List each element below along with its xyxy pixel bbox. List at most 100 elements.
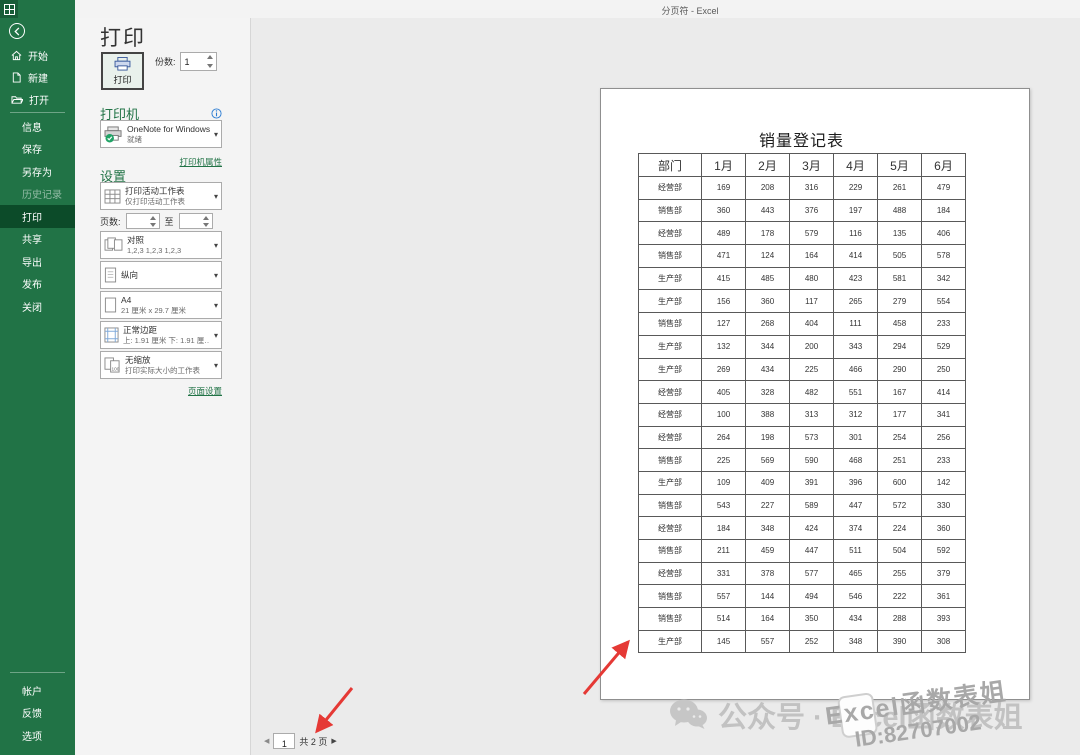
table-header-row: 部门1月2月3月4月5月6月	[639, 154, 966, 177]
table-cell: 404	[790, 313, 834, 336]
table-cell: 465	[834, 562, 878, 585]
table-cell: 578	[922, 245, 966, 268]
sidebar-item-save-as[interactable]: 另存为	[0, 160, 75, 183]
copies-input[interactable]	[181, 57, 205, 67]
table-cell: 264	[702, 426, 746, 449]
table-cell: 销售部	[639, 494, 702, 517]
page-setup-link[interactable]: 页面设置	[188, 386, 222, 396]
table-cell: 销售部	[639, 585, 702, 608]
table-cell: 390	[878, 630, 922, 653]
next-page-button[interactable]: ▶	[331, 737, 336, 745]
sidebar-item-new[interactable]: 新建	[0, 66, 75, 88]
sidebar-item-share[interactable]: 共享	[0, 228, 75, 251]
table-header-cell: 5月	[878, 154, 922, 177]
sidebar-item-open[interactable]: 打开	[0, 88, 75, 110]
spinner-up-icon[interactable]	[203, 216, 209, 220]
page-number-box[interactable]	[273, 733, 295, 749]
table-row: 生产部145557252348390308	[639, 630, 966, 653]
printer-select-dropdown[interactable]: OneNote for Windows... 就绪 ▾	[100, 120, 222, 148]
table-cell: 458	[878, 313, 922, 336]
printer-status-icon	[104, 126, 123, 143]
table-row: 生产部156360117265279554	[639, 290, 966, 313]
table-cell: 328	[746, 381, 790, 404]
table-cell: 301	[834, 426, 878, 449]
table-cell: 销售部	[639, 449, 702, 472]
table-cell: 447	[834, 494, 878, 517]
table-cell: 557	[746, 630, 790, 653]
sidebar-item-info[interactable]: 信息	[0, 115, 75, 138]
table-cell: 208	[746, 177, 790, 200]
spinner-down-icon[interactable]	[203, 223, 209, 227]
sidebar-item-home[interactable]: 开始	[0, 44, 75, 66]
copies-stepper[interactable]	[180, 52, 217, 71]
setting-dropdown-scaling[interactable]: 100 无缩放 打印实际大小的工作表 ▾	[100, 351, 222, 379]
sidebar-item-print[interactable]: 打印	[0, 205, 75, 228]
table-cell: 生产部	[639, 335, 702, 358]
table-row: 生产部415485480423581342	[639, 267, 966, 290]
table-cell: 414	[834, 245, 878, 268]
setting-dropdown-orientation[interactable]: 纵向 ▾	[100, 261, 222, 289]
info-icon[interactable]	[211, 108, 222, 119]
setting-line1: 纵向	[121, 270, 210, 281]
spinner-up-icon[interactable]	[207, 55, 213, 59]
table-row: 经营部405328482551167414	[639, 381, 966, 404]
table-cell: 109	[702, 471, 746, 494]
sidebar-item-save[interactable]: 保存	[0, 138, 75, 161]
table-cell: 124	[746, 245, 790, 268]
sheet-title: 销量登记表	[638, 127, 965, 151]
table-cell: 343	[834, 335, 878, 358]
spinner-up-icon[interactable]	[150, 216, 156, 220]
table-cell: 592	[922, 540, 966, 563]
setting-dropdown-margins[interactable]: 正常边距 上: 1.91 厘米 下: 1.91 厘… ▾	[100, 321, 222, 349]
table-cell: 254	[878, 426, 922, 449]
table-cell: 111	[834, 313, 878, 336]
sidebar-divider	[10, 112, 65, 113]
open-folder-icon	[11, 94, 23, 105]
table-row: 生产部269434225466290250	[639, 358, 966, 381]
table-cell: 316	[790, 177, 834, 200]
previous-page-button[interactable]: ◀	[264, 737, 269, 745]
table-cell: 313	[790, 403, 834, 426]
setting-dropdown-what-to-print[interactable]: 打印活动工作表 仅打印活动工作表 ▾	[100, 182, 222, 210]
table-cell: 经营部	[639, 381, 702, 404]
table-row: 生产部109409391396600142	[639, 471, 966, 494]
table-header-cell: 3月	[790, 154, 834, 177]
copies-label: 份数:	[155, 55, 176, 68]
chevron-down-icon: ▾	[214, 241, 218, 250]
svg-text:100: 100	[112, 367, 120, 372]
chevron-down-icon: ▾	[214, 301, 218, 310]
table-cell: 117	[790, 290, 834, 313]
printer-properties-link[interactable]: 打印机属性	[179, 157, 222, 167]
table-row: 销售部127268404111458233	[639, 313, 966, 336]
pages-from-stepper[interactable]	[126, 213, 160, 229]
sidebar-item-account[interactable]: 帐户	[0, 679, 75, 702]
table-cell: 434	[834, 608, 878, 631]
table-cell: 393	[922, 608, 966, 631]
table-cell: 222	[878, 585, 922, 608]
sidebar-item-publish[interactable]: 发布	[0, 273, 75, 296]
table-cell: 生产部	[639, 630, 702, 653]
back-button[interactable]	[9, 23, 25, 39]
sidebar-item-options[interactable]: 选项	[0, 724, 75, 747]
table-cell: 261	[878, 177, 922, 200]
pages-to-stepper[interactable]	[179, 213, 213, 229]
table-cell: 132	[702, 335, 746, 358]
table-cell: 145	[702, 630, 746, 653]
spinner-down-icon[interactable]	[207, 64, 213, 68]
setting-dropdown-collation[interactable]: 对照 1,2,3 1,2,3 1,2,3 ▾	[100, 231, 222, 259]
page-number-input[interactable]	[274, 737, 294, 751]
spinner-down-icon[interactable]	[150, 223, 156, 227]
chevron-down-icon: ▾	[214, 331, 218, 340]
setting-dropdown-paper-size[interactable]: A4 21 厘米 x 29.7 厘米 ▾	[100, 291, 222, 319]
table-cell: 406	[922, 222, 966, 245]
table-row: 经营部169208316229261479	[639, 177, 966, 200]
table-cell: 434	[746, 358, 790, 381]
table-row: 销售部225569590468251233	[639, 449, 966, 472]
sidebar-item-feedback[interactable]: 反馈	[0, 702, 75, 725]
print-button[interactable]: 打印	[101, 52, 144, 90]
table-cell: 经营部	[639, 562, 702, 585]
sidebar-item-export[interactable]: 导出	[0, 250, 75, 273]
scaling-icon: 100	[104, 357, 121, 373]
table-cell: 468	[834, 449, 878, 472]
sidebar-item-close[interactable]: 关闭	[0, 295, 75, 318]
